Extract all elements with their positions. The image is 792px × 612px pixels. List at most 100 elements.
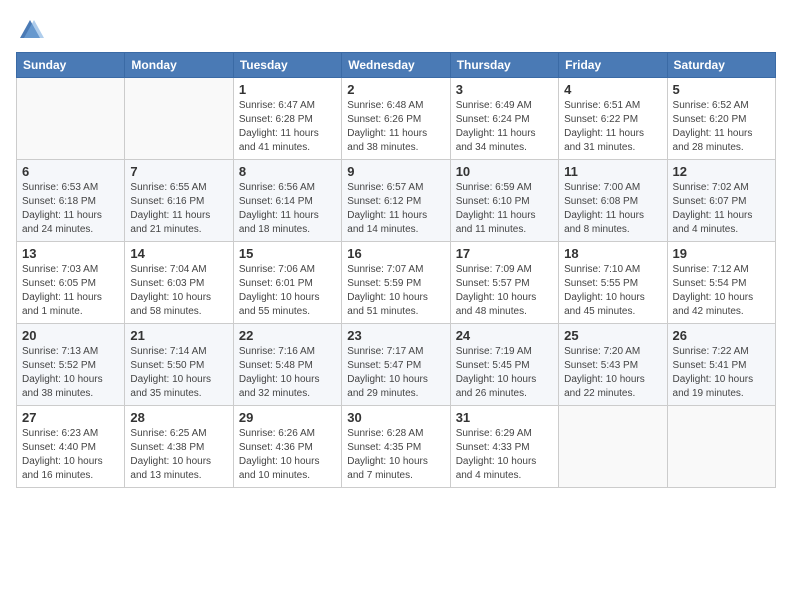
calendar-cell: 13 Sunrise: 7:03 AM Sunset: 6:05 PM Dayli… (17, 242, 125, 324)
calendar-cell (17, 78, 125, 160)
day-number: 8 (239, 164, 336, 179)
day-number: 19 (673, 246, 770, 261)
day-info: Sunrise: 6:28 AM Sunset: 4:35 PM Dayligh… (347, 427, 444, 483)
logo-icon (16, 16, 44, 44)
calendar-cell: 19 Sunrise: 7:12 AM Sunset: 5:54 PM Dayli… (667, 242, 775, 324)
calendar-header-row: SundayMondayTuesdayWednesdayThursdayFrid… (17, 53, 776, 78)
day-header-tuesday: Tuesday (233, 53, 341, 78)
calendar-cell: 29 Sunrise: 6:26 AM Sunset: 4:36 PM Dayli… (233, 406, 341, 488)
day-info: Sunrise: 7:17 AM Sunset: 5:47 PM Dayligh… (347, 345, 444, 401)
day-info: Sunrise: 6:25 AM Sunset: 4:38 PM Dayligh… (130, 427, 227, 483)
day-number: 1 (239, 82, 336, 97)
day-info: Sunrise: 6:55 AM Sunset: 6:16 PM Dayligh… (130, 181, 227, 237)
day-number: 27 (22, 410, 119, 425)
calendar-cell: 14Sunrise: 7:04 AM Sunset: 6:03 PM Dayli… (125, 242, 233, 324)
calendar-cell (125, 78, 233, 160)
calendar-cell: 7Sunrise: 6:55 AM Sunset: 6:16 PM Daylig… (125, 160, 233, 242)
day-number: 18 (564, 246, 661, 261)
day-info: Sunrise: 6:51 AM Sunset: 6:22 PM Dayligh… (564, 99, 661, 155)
day-info: Sunrise: 7:12 AM Sunset: 5:54 PM Dayligh… (673, 263, 770, 319)
calendar-week-row: 13 Sunrise: 7:03 AM Sunset: 6:05 PM Dayli… (17, 242, 776, 324)
calendar-cell: 6Sunrise: 6:53 AM Sunset: 6:18 PM Daylig… (17, 160, 125, 242)
day-info: Sunrise: 6:23 AM Sunset: 4:40 PM Dayligh… (22, 427, 119, 483)
day-info: Sunrise: 7:04 AM Sunset: 6:03 PM Dayligh… (130, 263, 227, 319)
day-info: Sunrise: 7:16 AM Sunset: 5:48 PM Dayligh… (239, 345, 336, 401)
calendar-week-row: 6Sunrise: 6:53 AM Sunset: 6:18 PM Daylig… (17, 160, 776, 242)
day-header-sunday: Sunday (17, 53, 125, 78)
day-number: 3 (456, 82, 553, 97)
calendar-cell: 20 Sunrise: 7:13 AM Sunset: 5:52 PM Dayli… (17, 324, 125, 406)
day-number: 4 (564, 82, 661, 97)
day-info: Sunrise: 6:47 AM Sunset: 6:28 PM Dayligh… (239, 99, 336, 155)
day-header-saturday: Saturday (667, 53, 775, 78)
calendar-cell: 1 Sunrise: 6:47 AM Sunset: 6:28 PM Daylig… (233, 78, 341, 160)
day-info: Sunrise: 7:22 AM Sunset: 5:41 PM Dayligh… (673, 345, 770, 401)
day-header-monday: Monday (125, 53, 233, 78)
day-number: 29 (239, 410, 336, 425)
calendar-cell: 31 Sunrise: 6:29 AM Sunset: 4:33 PM Dayli… (450, 406, 558, 488)
calendar-cell: 12Sunrise: 7:02 AM Sunset: 6:07 PM Dayli… (667, 160, 775, 242)
calendar-cell: 8 Sunrise: 6:56 AM Sunset: 6:14 PM Daylig… (233, 160, 341, 242)
calendar-cell: 22 Sunrise: 7:16 AM Sunset: 5:48 PM Dayli… (233, 324, 341, 406)
day-number: 28 (130, 410, 227, 425)
day-number: 23 (347, 328, 444, 343)
calendar-cell: 5 Sunrise: 6:52 AM Sunset: 6:20 PM Daylig… (667, 78, 775, 160)
day-info: Sunrise: 7:06 AM Sunset: 6:01 PM Dayligh… (239, 263, 336, 319)
day-number: 9 (347, 164, 444, 179)
calendar-cell: 16 Sunrise: 7:07 AM Sunset: 5:59 PM Dayli… (342, 242, 450, 324)
day-info: Sunrise: 6:57 AM Sunset: 6:12 PM Dayligh… (347, 181, 444, 237)
day-info: Sunrise: 7:10 AM Sunset: 5:55 PM Dayligh… (564, 263, 661, 319)
day-number: 20 (22, 328, 119, 343)
calendar-cell: 27 Sunrise: 6:23 AM Sunset: 4:40 PM Dayli… (17, 406, 125, 488)
day-header-thursday: Thursday (450, 53, 558, 78)
day-number: 22 (239, 328, 336, 343)
calendar-cell: 25Sunrise: 7:20 AM Sunset: 5:43 PM Dayli… (559, 324, 667, 406)
day-info: Sunrise: 6:48 AM Sunset: 6:26 PM Dayligh… (347, 99, 444, 155)
day-number: 26 (673, 328, 770, 343)
day-number: 10 (456, 164, 553, 179)
day-number: 17 (456, 246, 553, 261)
day-info: Sunrise: 6:59 AM Sunset: 6:10 PM Dayligh… (456, 181, 553, 237)
day-header-friday: Friday (559, 53, 667, 78)
day-number: 11 (564, 164, 661, 179)
day-number: 5 (673, 82, 770, 97)
day-info: Sunrise: 7:19 AM Sunset: 5:45 PM Dayligh… (456, 345, 553, 401)
calendar-week-row: 20 Sunrise: 7:13 AM Sunset: 5:52 PM Dayli… (17, 324, 776, 406)
day-number: 6 (22, 164, 119, 179)
day-number: 13 (22, 246, 119, 261)
calendar-cell: 2 Sunrise: 6:48 AM Sunset: 6:26 PM Daylig… (342, 78, 450, 160)
day-info: Sunrise: 6:52 AM Sunset: 6:20 PM Dayligh… (673, 99, 770, 155)
day-number: 2 (347, 82, 444, 97)
day-info: Sunrise: 6:49 AM Sunset: 6:24 PM Dayligh… (456, 99, 553, 155)
calendar-cell: 21Sunrise: 7:14 AM Sunset: 5:50 PM Dayli… (125, 324, 233, 406)
day-number: 15 (239, 246, 336, 261)
calendar-cell: 3 Sunrise: 6:49 AM Sunset: 6:24 PM Daylig… (450, 78, 558, 160)
calendar-cell (667, 406, 775, 488)
calendar-cell: 9 Sunrise: 6:57 AM Sunset: 6:12 PM Daylig… (342, 160, 450, 242)
day-info: Sunrise: 7:03 AM Sunset: 6:05 PM Dayligh… (22, 263, 119, 319)
calendar-table: SundayMondayTuesdayWednesdayThursdayFrid… (16, 52, 776, 488)
calendar-cell: 23 Sunrise: 7:17 AM Sunset: 5:47 PM Dayli… (342, 324, 450, 406)
day-number: 24 (456, 328, 553, 343)
day-info: Sunrise: 6:26 AM Sunset: 4:36 PM Dayligh… (239, 427, 336, 483)
day-info: Sunrise: 7:13 AM Sunset: 5:52 PM Dayligh… (22, 345, 119, 401)
calendar-body: 1 Sunrise: 6:47 AM Sunset: 6:28 PM Daylig… (17, 78, 776, 488)
day-number: 31 (456, 410, 553, 425)
day-header-wednesday: Wednesday (342, 53, 450, 78)
day-info: Sunrise: 7:07 AM Sunset: 5:59 PM Dayligh… (347, 263, 444, 319)
calendar-cell: 10 Sunrise: 6:59 AM Sunset: 6:10 PM Dayli… (450, 160, 558, 242)
logo (16, 16, 48, 44)
day-info: Sunrise: 7:00 AM Sunset: 6:08 PM Dayligh… (564, 181, 661, 237)
page-header (16, 16, 776, 44)
calendar-cell: 24 Sunrise: 7:19 AM Sunset: 5:45 PM Dayli… (450, 324, 558, 406)
day-info: Sunrise: 6:29 AM Sunset: 4:33 PM Dayligh… (456, 427, 553, 483)
day-number: 16 (347, 246, 444, 261)
calendar-cell (559, 406, 667, 488)
calendar-cell: 26 Sunrise: 7:22 AM Sunset: 5:41 PM Dayli… (667, 324, 775, 406)
day-number: 30 (347, 410, 444, 425)
calendar-cell: 28 Sunrise: 6:25 AM Sunset: 4:38 PM Dayli… (125, 406, 233, 488)
day-number: 12 (673, 164, 770, 179)
day-info: Sunrise: 6:56 AM Sunset: 6:14 PM Dayligh… (239, 181, 336, 237)
calendar-cell: 4 Sunrise: 6:51 AM Sunset: 6:22 PM Daylig… (559, 78, 667, 160)
calendar-cell: 30 Sunrise: 6:28 AM Sunset: 4:35 PM Dayli… (342, 406, 450, 488)
